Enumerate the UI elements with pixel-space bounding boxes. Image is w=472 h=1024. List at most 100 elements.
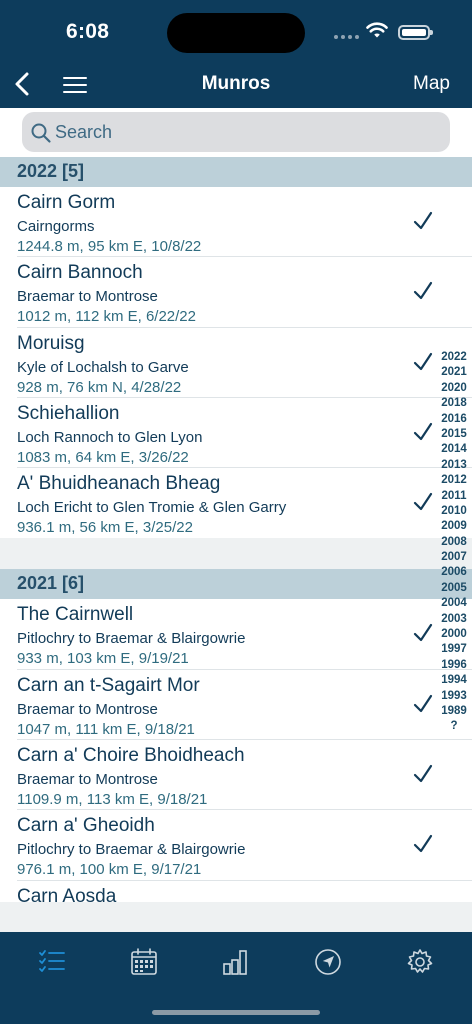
year-index-item[interactable]: 2006 — [436, 565, 472, 580]
munro-name: Cairn Gorm — [17, 192, 116, 213]
year-index-item[interactable]: 2008 — [436, 535, 472, 550]
year-index-item[interactable]: 1989 — [436, 704, 472, 719]
munro-name: The Cairnwell — [17, 604, 134, 626]
gear-icon — [407, 949, 433, 973]
year-index-item[interactable]: 2020 — [436, 381, 472, 396]
battery-icon — [398, 25, 433, 40]
munro-detail: 1012 m, 112 km E, 6/22/22 — [17, 308, 196, 326]
section-header-2022: 2022 [5] — [0, 157, 472, 187]
year-index-item[interactable]: 1994 — [436, 673, 472, 688]
bar-chart-icon — [223, 950, 247, 975]
checklist-icon — [39, 950, 65, 972]
year-index-item[interactable]: 2013 — [436, 458, 472, 473]
section-header-2021: 2021 [6] — [0, 569, 472, 600]
munro-detail: 976.1 m, 100 km E, 9/17/21 — [17, 861, 202, 879]
search-icon — [31, 123, 51, 143]
list-item[interactable]: Cairn Gorm Cairngorms 1244.8 m, 95 km E,… — [0, 187, 472, 258]
calendar-icon — [131, 948, 157, 975]
list-item[interactable]: Carn Aosda — [0, 881, 472, 902]
munro-region: Kyle of Lochalsh to Garve — [17, 358, 189, 376]
year-index-item[interactable]: 2021 — [436, 365, 472, 380]
page-title: Munros — [201, 73, 271, 94]
tab-bar — [0, 932, 472, 1024]
munro-region: Loch Ericht to Glen Tromie & Glen Garry — [17, 499, 287, 517]
munro-name: A' Bhuidheanach Bheag — [17, 473, 221, 495]
munro-region: Braemar to Montrose — [17, 288, 158, 306]
munro-name: Carn a' Choire Bhoidheach — [17, 745, 245, 767]
year-index-item[interactable]: 2016 — [436, 412, 472, 427]
munro-detail: 928 m, 76 km N, 4/28/22 — [17, 378, 182, 396]
list-item[interactable]: Cairn Bannoch Braemar to Montrose 1012 m… — [0, 257, 472, 328]
munro-detail: 936.1 m, 56 km E, 3/25/22 — [17, 519, 193, 537]
list-item[interactable]: A' Bhuidheanach Bheag Loch Ericht to Gle… — [0, 468, 472, 538]
munro-list[interactable]: 2022 [5] Cairn Gorm Cairngorms 1244.8 m,… — [0, 157, 472, 902]
tab-calendar[interactable] — [128, 946, 160, 978]
list-item[interactable]: Carn a' Choire Bhoidheach Braemar to Mon… — [0, 740, 472, 811]
munro-name: Moruisg — [17, 332, 85, 354]
year-index-item[interactable]: 2012 — [436, 473, 472, 488]
year-index-item[interactable]: 2009 — [436, 519, 472, 534]
year-index-item[interactable]: 2018 — [436, 396, 472, 411]
tab-statistics[interactable] — [220, 946, 252, 978]
checkmark-icon — [413, 282, 433, 300]
year-index-item[interactable]: 2007 — [436, 550, 472, 565]
list-item[interactable]: Carn an t-Sagairt Mor Braemar to Montros… — [0, 670, 472, 741]
munro-name: Carn Aosda — [17, 885, 117, 902]
home-indicator — [152, 1010, 320, 1015]
list-item[interactable]: The Cairnwell Pitlochry to Braemar & Bla… — [0, 599, 472, 671]
checkmark-icon — [413, 764, 433, 783]
year-index-item[interactable]: 2003 — [436, 612, 472, 627]
munro-region: Braemar to Montrose — [17, 771, 158, 789]
year-index-item[interactable]: 2010 — [436, 504, 472, 519]
year-index-item[interactable]: 2014 — [436, 442, 472, 457]
munro-name: Carn an t-Sagairt Mor — [17, 674, 200, 696]
year-index-item[interactable]: 2022 — [436, 350, 472, 365]
cellular-signal-icon — [334, 35, 359, 39]
status-time: 6:08 — [66, 20, 110, 43]
munro-region: Pitlochry to Braemar & Blairgowrie — [17, 841, 246, 859]
year-index-item[interactable]: 2005 — [436, 581, 472, 596]
year-index-item[interactable]: ? — [436, 719, 472, 734]
section-gap — [0, 538, 472, 570]
munro-detail: 933 m, 103 km E, 9/19/21 — [17, 650, 189, 668]
tab-navigation[interactable] — [312, 946, 344, 978]
search-input[interactable] — [55, 112, 435, 152]
list-item[interactable]: Carn a' Gheoidh Pitlochry to Braemar & B… — [0, 810, 472, 881]
list-item[interactable]: Schiehallion Loch Rannoch to Glen Lyon 1… — [0, 398, 472, 469]
year-index-item[interactable]: 1996 — [436, 658, 472, 673]
search-field[interactable] — [22, 112, 450, 152]
year-index-item[interactable]: 1993 — [436, 689, 472, 704]
tab-list[interactable] — [36, 946, 68, 978]
checkmark-icon — [413, 422, 433, 440]
checkmark-icon — [413, 352, 433, 370]
list-footer — [0, 902, 472, 932]
year-index-item[interactable]: 2015 — [436, 427, 472, 442]
status-bar: 6:08 — [0, 0, 472, 62]
munro-detail: 1109.9 m, 113 km E, 9/18/21 — [17, 791, 208, 809]
year-index-item[interactable]: 1997 — [436, 642, 472, 657]
munro-detail: 1244.8 m, 95 km E, 10/8/22 — [17, 238, 202, 255]
munro-name: Cairn Bannoch — [17, 262, 143, 284]
navigation-bar: Munros Map — [0, 62, 472, 108]
wifi-icon — [366, 22, 388, 38]
checkmark-icon — [413, 835, 433, 853]
munro-name: Schiehallion — [17, 402, 120, 424]
list-item[interactable]: Moruisg Kyle of Lochalsh to Garve 928 m,… — [0, 328, 472, 399]
checkmark-icon — [413, 211, 433, 230]
map-button[interactable]: Map — [413, 73, 450, 95]
year-index[interactable]: 2022 2021 2020 2018 2016 2015 2014 2013 … — [436, 350, 472, 735]
munro-region: Braemar to Montrose — [17, 700, 158, 718]
year-index-item[interactable]: 2000 — [436, 627, 472, 642]
checkmark-icon — [413, 694, 433, 712]
munro-detail: 1047 m, 111 km E, 9/18/21 — [17, 720, 195, 738]
compass-icon — [315, 949, 341, 975]
dynamic-island — [167, 13, 305, 53]
tab-settings[interactable] — [404, 946, 436, 978]
munro-name: Carn a' Gheoidh — [17, 815, 155, 837]
munro-detail: 1083 m, 64 km E, 3/26/22 — [17, 448, 189, 466]
year-index-item[interactable]: 2011 — [436, 489, 472, 504]
year-index-item[interactable]: 2004 — [436, 596, 472, 611]
checkmark-icon — [413, 493, 433, 511]
checkmark-icon — [413, 624, 433, 642]
munro-region: Loch Rannoch to Glen Lyon — [17, 428, 203, 446]
